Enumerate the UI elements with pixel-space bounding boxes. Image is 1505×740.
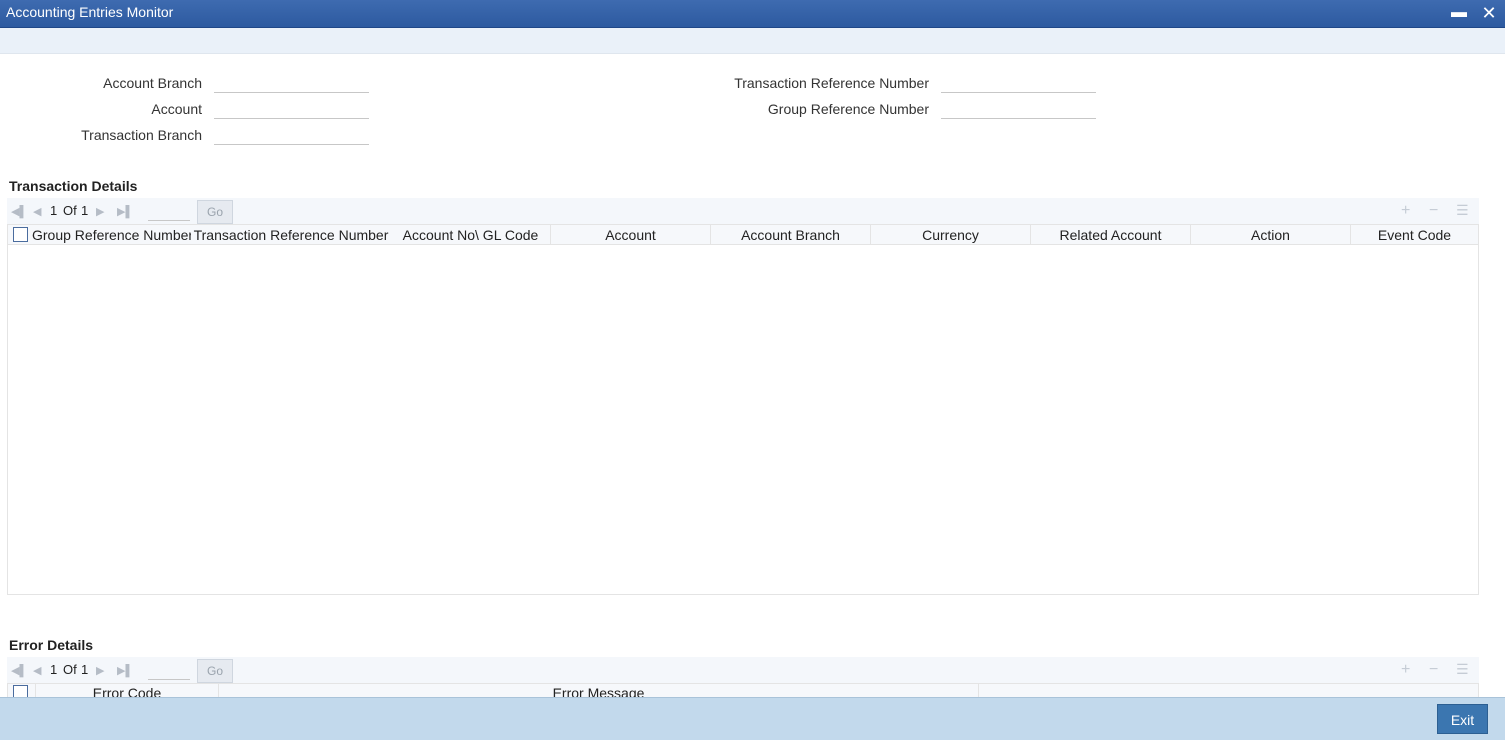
error-pager: ◀▌ ◀ 1 Of 1 ▶ ▶▌ Go + − ☰ — [7, 657, 1479, 683]
delete-row-icon[interactable]: − — [1429, 661, 1438, 679]
go-button[interactable]: Go — [197, 200, 233, 224]
pager-total: 1 — [81, 662, 89, 677]
column-header[interactable]: Action — [1191, 225, 1351, 245]
close-button[interactable]: ✕ — [1480, 4, 1498, 22]
window-title: Accounting Entries Monitor — [6, 4, 174, 20]
transaction-reference-label: Transaction Reference Number — [734, 75, 929, 91]
select-all-checkbox[interactable] — [13, 227, 28, 242]
transaction-grid: Group Reference Number Transaction Refer… — [7, 224, 1479, 595]
pager-current: 1 — [50, 203, 58, 218]
next-page-icon[interactable]: ▶ — [96, 205, 104, 218]
group-reference-label: Group Reference Number — [767, 101, 929, 117]
pager-of-label: Of — [63, 662, 77, 677]
column-header[interactable]: Account — [551, 225, 711, 245]
account-branch-input[interactable] — [214, 73, 369, 93]
transaction-branch-input[interactable] — [214, 125, 369, 145]
error-grid: Error Code Error Message — [7, 683, 1479, 697]
column-header[interactable]: Error Message — [219, 684, 979, 697]
checkbox-column — [8, 684, 36, 697]
delete-row-icon[interactable]: − — [1429, 202, 1438, 220]
pager-current: 1 — [50, 662, 58, 677]
account-label: Account — [151, 101, 202, 117]
next-page-icon[interactable]: ▶ — [96, 664, 104, 677]
column-header[interactable]: Currency — [871, 225, 1031, 245]
pager-total: 1 — [81, 203, 89, 218]
last-page-icon[interactable]: ▶▌ — [117, 205, 133, 218]
transaction-details-title: Transaction Details — [9, 178, 138, 194]
page-number-input[interactable] — [148, 660, 190, 680]
single-record-view-icon[interactable]: ☰ — [1456, 661, 1469, 678]
go-button[interactable]: Go — [197, 659, 233, 683]
column-header[interactable]: Event Code — [1351, 225, 1478, 245]
previous-page-icon[interactable]: ◀ — [33, 205, 41, 218]
error-grid-header: Error Code Error Message — [8, 684, 1478, 697]
column-header[interactable]: Error Code — [36, 684, 219, 697]
transaction-grid-header: Group Reference Number Transaction Refer… — [8, 225, 1478, 245]
pager-of-label: Of — [63, 203, 77, 218]
toolbar-strip — [0, 28, 1505, 54]
footer-bar: Exit — [0, 697, 1505, 740]
single-record-view-icon[interactable]: ☰ — [1456, 202, 1469, 219]
group-reference-input[interactable] — [941, 99, 1096, 119]
error-details-title: Error Details — [9, 637, 94, 653]
first-page-icon[interactable]: ◀▌ — [11, 205, 27, 218]
column-header[interactable]: Account Branch — [711, 225, 871, 245]
account-branch-label: Account Branch — [103, 75, 202, 91]
transaction-pager: ◀▌ ◀ 1 Of 1 ▶ ▶▌ Go + − ☰ — [7, 198, 1479, 224]
column-header[interactable]: Related Account — [1031, 225, 1191, 245]
column-header[interactable]: Group Reference Number — [32, 225, 191, 245]
transaction-reference-input[interactable] — [941, 73, 1096, 93]
window-titlebar: Accounting Entries Monitor ▬ ✕ — [0, 0, 1505, 28]
page-number-input[interactable] — [148, 201, 190, 221]
add-row-icon[interactable]: + — [1401, 202, 1410, 220]
exit-button[interactable]: Exit — [1437, 704, 1488, 734]
last-page-icon[interactable]: ▶▌ — [117, 664, 133, 677]
first-page-icon[interactable]: ◀▌ — [11, 664, 27, 677]
previous-page-icon[interactable]: ◀ — [33, 664, 41, 677]
column-header[interactable]: Transaction Reference Number — [191, 225, 391, 245]
column-header[interactable]: Account No\ GL Code — [391, 225, 551, 245]
transaction-branch-label: Transaction Branch — [81, 127, 202, 143]
minimize-button[interactable]: ▬ — [1450, 4, 1468, 22]
add-row-icon[interactable]: + — [1401, 661, 1410, 679]
account-input[interactable] — [214, 99, 369, 119]
